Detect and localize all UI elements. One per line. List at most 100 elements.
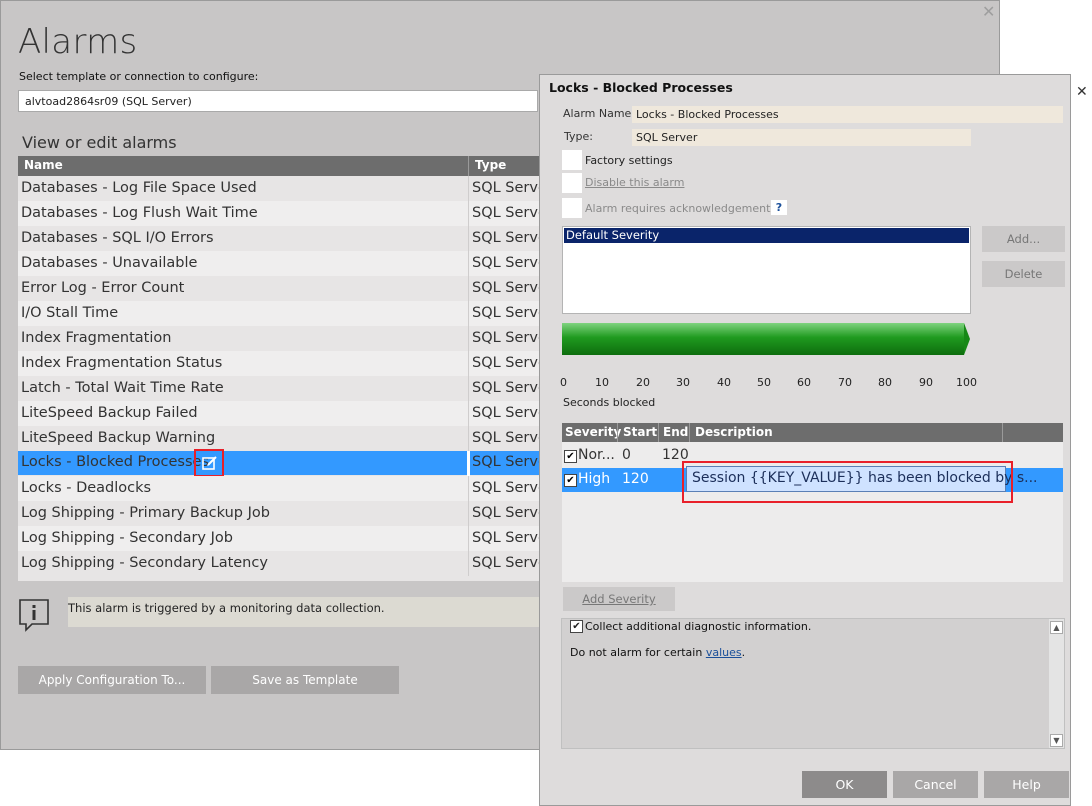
column-header-severity[interactable]: Severity <box>565 425 621 439</box>
disable-alarm-checkbox[interactable] <box>562 173 582 193</box>
cell-name: Databases - Log File Space Used <box>21 180 257 196</box>
cell-name: Log Shipping - Secondary Latency <box>21 555 268 571</box>
add-button[interactable]: Add... <box>982 226 1065 252</box>
type-value: SQL Server <box>636 131 698 144</box>
add-severity-button[interactable]: Add Severity <box>563 587 675 611</box>
tick-label: 30 <box>676 376 690 389</box>
severity-list[interactable]: Default Severity <box>562 226 971 314</box>
severity-cell: Nor... <box>578 447 615 463</box>
diagnostic-label: Collect additional diagnostic informatio… <box>585 620 812 633</box>
cell-name: LiteSpeed Backup Failed <box>21 405 198 421</box>
cell-name: Error Log - Error Count <box>21 280 185 296</box>
help-icon[interactable]: ? <box>771 200 787 215</box>
table-row[interactable]: I/O Stall Time SQL Serve <box>18 301 547 326</box>
close-icon[interactable]: ✕ <box>982 2 995 21</box>
alarm-name-value: Locks - Blocked Processes <box>636 108 779 121</box>
info-icon <box>19 599 49 632</box>
cell-type: SQL Serve <box>472 505 547 521</box>
cell-type: SQL Serve <box>472 405 547 421</box>
table-row[interactable]: Error Log - Error Count SQL Serve <box>18 276 547 301</box>
table-row[interactable]: Databases - SQL I/O Errors SQL Serve <box>18 226 547 251</box>
table-row[interactable]: Locks - Deadlocks SQL Serve <box>18 476 547 501</box>
scroll-down-icon[interactable]: ▼ <box>1050 734 1063 747</box>
tick-label: 40 <box>717 376 731 389</box>
cell-type: SQL Serve <box>472 454 547 470</box>
table-row[interactable]: Databases - Log File Space Used SQL Serve <box>18 176 547 201</box>
cancel-button[interactable]: Cancel <box>893 771 978 798</box>
edit-icon[interactable] <box>202 455 218 471</box>
cell-name: Databases - Log Flush Wait Time <box>21 205 258 221</box>
table-row[interactable]: Databases - Log Flush Wait Time SQL Serve <box>18 201 547 226</box>
column-header-name[interactable]: Name <box>24 158 63 172</box>
cell-type: SQL Serve <box>472 205 547 221</box>
apply-configuration-button[interactable]: Apply Configuration To... <box>18 666 206 694</box>
cell-name: Log Shipping - Primary Backup Job <box>21 505 270 521</box>
type-field: SQL Server <box>632 129 971 146</box>
info-message-text: This alarm is triggered by a monitoring … <box>68 601 385 615</box>
dialog-close-icon[interactable]: ✕ <box>1076 84 1088 100</box>
list-item-selected[interactable]: Default Severity <box>564 228 969 243</box>
tick-label: 10 <box>595 376 609 389</box>
severity-range-bar[interactable] <box>562 322 970 356</box>
cell-type: SQL Serve <box>472 330 547 346</box>
no-alarm-prefix: Do not alarm for certain <box>570 646 706 659</box>
alarm-name-field[interactable]: Locks - Blocked Processes <box>632 106 1063 123</box>
cell-name: I/O Stall Time <box>21 305 119 321</box>
cell-type: SQL Serve <box>472 305 547 321</box>
section-heading: View or edit alarms <box>22 133 177 152</box>
acknowledge-checkbox[interactable] <box>562 198 582 218</box>
table-row[interactable]: Index Fragmentation Status SQL Serve <box>18 351 547 376</box>
table-row[interactable]: Log Shipping - Secondary Job SQL Serve <box>18 526 547 551</box>
cell-name: Locks - Blocked Processes <box>21 454 209 470</box>
table-row[interactable]: Log Shipping - Secondary Latency SQL Serv… <box>18 551 547 576</box>
range-unit-label: Seconds blocked <box>563 396 656 409</box>
delete-button[interactable]: Delete <box>982 261 1065 287</box>
severity-enabled-checkbox[interactable]: ✔ <box>564 474 577 487</box>
table-row[interactable]: Latch - Total Wait Time Rate SQL Serve <box>18 376 547 401</box>
table-row[interactable]: LiteSpeed Backup Warning SQL Serve <box>18 426 547 451</box>
options-scrollbar[interactable] <box>1049 619 1064 748</box>
tick-label: 100 <box>956 376 977 389</box>
column-header-start[interactable]: Start <box>623 425 657 439</box>
help-button[interactable]: Help <box>984 771 1069 798</box>
cell-type: SQL Serve <box>472 180 547 196</box>
tick-label: 70 <box>838 376 852 389</box>
column-header-type[interactable]: Type <box>475 158 506 172</box>
scroll-up-icon[interactable]: ▲ <box>1050 621 1063 634</box>
factory-settings-checkbox[interactable] <box>562 150 582 170</box>
cell-type: SQL Serve <box>472 280 547 296</box>
cell-type: SQL Serve <box>472 480 547 496</box>
severity-cell: High <box>578 471 611 487</box>
alarm-name-label: Alarm Name: <box>563 107 636 120</box>
table-row[interactable]: LiteSpeed Backup Failed SQL Serve <box>18 401 547 426</box>
no-alarm-text: Do not alarm for certain values. <box>570 646 745 659</box>
diagnostic-checkbox[interactable]: ✔ <box>570 620 583 633</box>
table-row[interactable]: Index Fragmentation SQL Serve <box>18 326 547 351</box>
severity-enabled-checkbox[interactable]: ✔ <box>564 450 577 463</box>
cell-name: Log Shipping - Secondary Job <box>21 530 233 546</box>
values-link[interactable]: values <box>706 646 742 659</box>
list-item-label: Default Severity <box>566 228 660 242</box>
tick-label: 60 <box>797 376 811 389</box>
disable-alarm-label: Disable this alarm <box>585 176 685 189</box>
cell-name: Latch - Total Wait Time Rate <box>21 380 224 396</box>
cell-type: SQL Serve <box>472 530 547 546</box>
dialog-title: Locks - Blocked Processes <box>549 80 733 95</box>
table-row[interactable]: Databases - Unavailable SQL Serve <box>18 251 547 276</box>
table-row-selected[interactable]: Locks - Blocked Processes SQL Serve <box>18 449 547 477</box>
ok-button[interactable]: OK <box>802 771 887 798</box>
table-row[interactable]: Log Shipping - Primary Backup Job SQL Ser… <box>18 501 547 526</box>
connection-select[interactable]: alvtoad2864sr09 (SQL Server) <box>18 90 538 112</box>
cell-name: Index Fragmentation Status <box>21 355 223 371</box>
cell-name: Databases - SQL I/O Errors <box>21 230 214 246</box>
column-header-description[interactable]: Description <box>695 425 773 439</box>
cell-name: Databases - Unavailable <box>21 255 198 271</box>
select-label: Select template or connection to configu… <box>19 70 259 83</box>
no-alarm-suffix: . <box>741 646 746 659</box>
save-as-template-button[interactable]: Save as Template <box>211 666 399 694</box>
cell-name: Index Fragmentation <box>21 330 172 346</box>
cell-type: SQL Serve <box>472 230 547 246</box>
range-ticks: 0 10 20 30 40 50 60 70 80 90 100 <box>560 376 980 390</box>
column-header-end[interactable]: End <box>663 425 688 439</box>
alarms-grid: Databases - Log File Space Used SQL Serve… <box>18 176 547 581</box>
